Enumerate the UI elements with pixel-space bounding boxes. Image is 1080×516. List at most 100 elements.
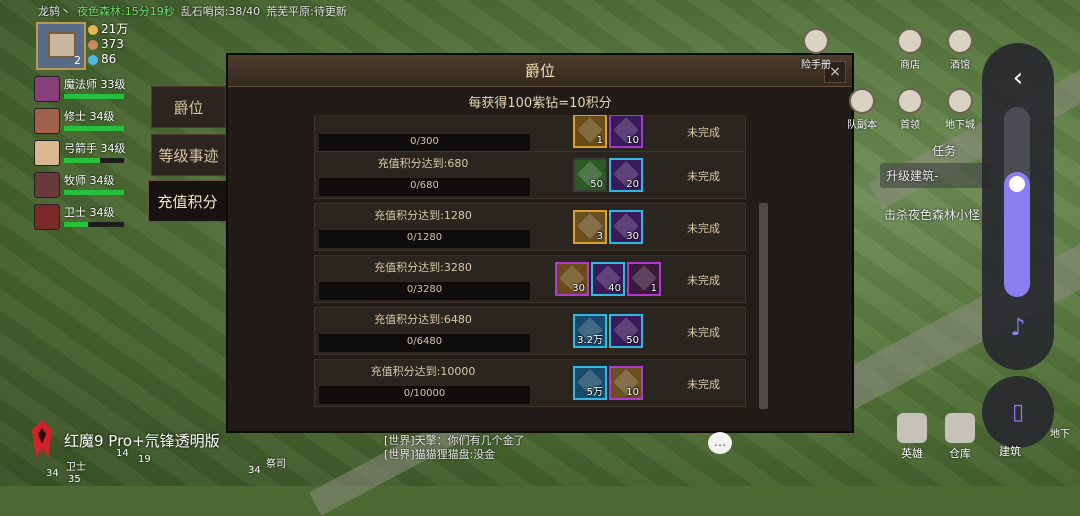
reward-goal-text: 充值积分达到:6480 [374,313,472,326]
item-count: 1 [596,135,603,146]
task-kill-text[interactable]: 击杀夜色森林小怪 [884,206,980,223]
item-count: 20 [626,179,639,190]
volume-slider[interactable] [1004,107,1030,297]
reward-goal-text: 充值积分达到:680 [377,157,469,170]
item-count: 1 [650,283,657,294]
player-castle-avatar[interactable]: 2 [36,22,86,70]
music-note-icon[interactable]: ♪ [1004,313,1032,341]
castle-gate-icon [947,88,973,114]
reward-item-icon[interactable]: 1 [627,262,661,296]
hero-portrait [34,76,60,102]
reward-item-icon[interactable]: 10 [609,366,643,400]
item-count: 30 [572,283,585,294]
item-count: 3.2万 [577,335,603,346]
item-count: 40 [608,283,621,294]
reward-item-icon[interactable]: 10 [609,115,643,148]
warehouse-button[interactable]: 仓库 [938,413,982,461]
progress-text: 0/1280 [406,232,443,243]
reward-item-icon[interactable]: 5万 [573,366,607,400]
reward-item-icon[interactable]: 40 [591,262,625,296]
hero-portrait [34,140,60,166]
menu-shop[interactable]: 商店 [890,28,930,71]
skull-icon [897,88,923,114]
unit-label: 卫士 [66,462,86,473]
progress-text: 0/680 [410,180,439,191]
menu-team-dungeon[interactable]: 队副本 [842,88,882,131]
reward-item-icon[interactable]: 50 [609,314,643,348]
item-count: 10 [626,387,639,398]
hero-item[interactable]: 魔法师 33级 [34,76,126,105]
reward-status: 未完成 [687,274,720,287]
reward-item-icon[interactable]: 50 [573,158,607,192]
list-scrollbar[interactable] [759,203,768,409]
meat-icon [88,39,98,50]
hero-hp-bar [64,190,124,195]
tab-level-events[interactable]: 等级事迹 [151,134,226,176]
resource-list: 21万 373 86 [88,22,128,67]
reward-items: 30 40 1 [555,262,661,296]
reward-item-icon[interactable]: 3 [573,210,607,244]
hero-item[interactable]: 牧师 34级 [34,172,126,201]
reward-goal-text: 充值积分达到:1280 [374,209,472,222]
hero-portrait [34,108,60,134]
resource-crystal: 86 [88,52,128,67]
chat-icon[interactable]: … [708,432,732,454]
menu-tavern[interactable]: 酒馆 [940,28,980,71]
tab-recharge-points[interactable]: 充值积分 [148,180,227,222]
reward-row: 充值积分达到:680 0/680 50 20 未完成 [314,151,746,199]
reward-row: 充值积分达到:3280 0/3280 30 40 1 未完成 [314,255,746,303]
player-level: 2 [74,54,81,67]
build-button[interactable]: 建筑 [988,413,1032,459]
item-count: 30 [626,231,639,242]
helmet-icon [897,413,927,443]
volume-slider-thumb[interactable] [1009,175,1025,192]
wild-plain-status: 荒芜平原:待更新 [266,5,347,18]
item-count: 10 [626,135,639,146]
item-count: 5万 [586,387,603,398]
reward-row: 充值积分达到:6480 0/6480 3.2万 50 未完成 [314,307,746,355]
reward-item-icon[interactable]: 20 [609,158,643,192]
book-icon [803,28,829,54]
reward-items: 3 30 [573,210,643,244]
reward-status: 未完成 [687,222,720,235]
menu-boss[interactable]: 首领 [890,88,930,131]
task-upgrade-button[interactable]: 升级建筑- [880,163,990,188]
menu-underground-city[interactable]: 地下城 [940,88,980,131]
hero-item[interactable]: 卫士 34级 [34,204,126,233]
progress-text: 0/3280 [406,284,443,295]
player-name[interactable]: 龙鸫丶 [38,3,71,19]
top-status-bar: 龙鸫丶 夜色森林:15分19秒 乱石哨岗:38/40 荒芜平原:待更新 [0,0,440,22]
unit-label: 祭司 [266,459,286,470]
back-chevron-icon[interactable]: ‹ [996,57,1040,101]
unit-label: 34 [46,468,59,479]
underground-label[interactable]: 地下 [1050,425,1070,440]
unit-label: 19 [138,454,151,465]
reward-item-icon[interactable]: 1 [573,115,607,148]
sack-icon [945,413,975,443]
task-panel: 任务 升级建筑- [880,142,990,188]
floating-side-panel: ‹ ♪ [982,43,1054,370]
hero-item[interactable]: 修士 34级 [34,108,126,137]
tab-rank[interactable]: 爵位 [151,86,226,128]
unit-label: 14 [116,448,129,459]
reward-item-icon[interactable]: 30 [555,262,589,296]
unit-label: 34 [248,465,261,476]
hero-button[interactable]: 英雄 [890,413,934,461]
reward-list[interactable]: 0/300 1 10 未完成 充值积分达到:680 0/680 50 20 未完成 充值积分达到:… [314,115,750,411]
progress-text: 0/6480 [406,336,443,347]
reward-item-icon[interactable]: 3.2万 [573,314,607,348]
progress-text: 0/300 [410,136,439,147]
item-count: 50 [626,335,639,346]
chat-message: [世界]猫猫狸猫盘:没金 [384,448,496,461]
reward-status: 未完成 [687,170,720,183]
chat-feed[interactable]: [世界]天擎：你们有几个金了 [世界]猫猫狸猫盘:没金 [384,434,525,462]
resource-food: 373 [88,37,128,52]
reward-goal-text: 充值积分达到:3280 [374,261,472,274]
mug-icon [947,28,973,54]
dialog-title: 爵位 [228,55,852,87]
hero-item[interactable]: 弓箭手 34级 [34,140,126,169]
reward-item-icon[interactable]: 30 [609,210,643,244]
menu-adventure-manual[interactable]: 险手册 [796,28,836,71]
reward-items: 5万 10 [573,366,643,400]
shop-icon [897,28,923,54]
